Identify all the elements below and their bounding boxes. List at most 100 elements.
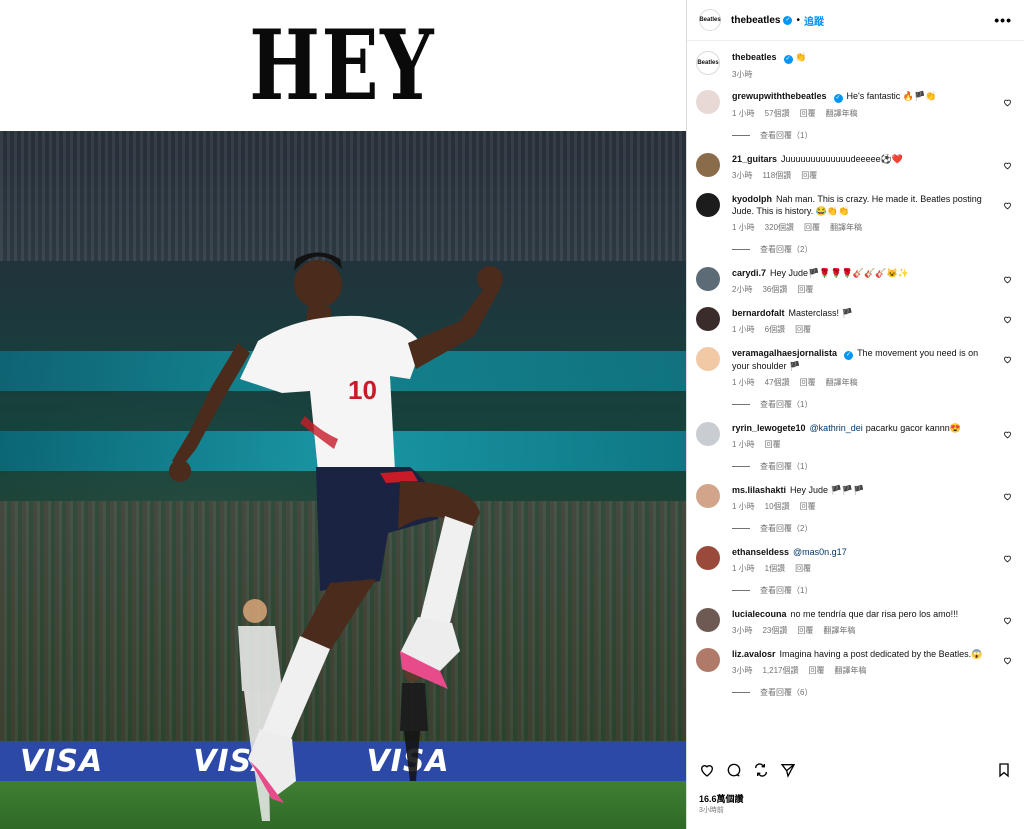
- translate-button[interactable]: 翻譯年稿: [826, 108, 858, 119]
- caption-avatar[interactable]: Beatles: [696, 51, 720, 75]
- follow-button[interactable]: 追蹤: [804, 13, 824, 28]
- comment-item: 21_guitars Juuuuuuuuuuuuudeeeee⚽❤️ 3小時 118個…: [696, 153, 1012, 181]
- view-replies-button[interactable]: 查看回覆（2）: [732, 523, 1012, 534]
- comment-like-heart-icon[interactable]: [1003, 98, 1012, 107]
- comment-like-count[interactable]: 1,217個讚: [762, 665, 798, 676]
- verified-badge-icon: ✓: [833, 94, 843, 103]
- view-replies-button[interactable]: 查看回覆（1）: [732, 130, 1012, 141]
- commenter-avatar[interactable]: [696, 608, 720, 632]
- translate-button[interactable]: 翻譯年稿: [830, 222, 862, 233]
- view-replies-button[interactable]: 查看回覆（1）: [732, 585, 1012, 596]
- comment-username[interactable]: grewupwiththebeatles: [732, 91, 827, 101]
- commenter-avatar[interactable]: [696, 546, 720, 570]
- more-options-icon[interactable]: •••: [994, 12, 1012, 28]
- comment-username[interactable]: liz.avalosr: [732, 649, 776, 659]
- translate-button[interactable]: 翻譯年稿: [823, 625, 855, 636]
- like-heart-icon[interactable]: [699, 762, 715, 778]
- comment-time: 1 小時: [732, 378, 755, 387]
- commenter-avatar[interactable]: [696, 90, 720, 114]
- comment-like-heart-icon[interactable]: [1003, 315, 1012, 324]
- comment-username[interactable]: bernardofalt: [732, 308, 785, 318]
- comment-like-heart-icon[interactable]: [1003, 656, 1012, 665]
- reply-button[interactable]: 回覆: [800, 108, 816, 119]
- reply-button[interactable]: 回覆: [797, 284, 813, 295]
- comments-list[interactable]: Beatles thebeatles ✓ 👏 3小時 grewupwiththeb…: [687, 41, 1024, 751]
- separator-dot: •: [796, 14, 800, 26]
- comment-like-heart-icon[interactable]: [1003, 275, 1012, 284]
- commenter-avatar[interactable]: [696, 153, 720, 177]
- comment-like-heart-icon[interactable]: [1003, 492, 1012, 501]
- comment-text: Imagina having a post dedicated by the B…: [779, 649, 983, 659]
- comment-bubble-icon[interactable]: [726, 762, 742, 778]
- reply-button[interactable]: 回覆: [795, 563, 811, 574]
- comment-like-count[interactable]: 23個讚: [762, 625, 787, 636]
- comment-username[interactable]: kyodolph: [732, 194, 772, 204]
- caption-username[interactable]: thebeatles: [732, 52, 777, 62]
- comment-text: no me tendría que dar risa pero los amo!…: [790, 609, 959, 619]
- commenter-avatar[interactable]: [696, 267, 720, 291]
- commenter-avatar[interactable]: [696, 422, 720, 446]
- comment-like-count[interactable]: 10個讚: [765, 501, 790, 512]
- player-photo: VISA VISA VISA: [0, 131, 686, 829]
- comment-item: lucialecouna no me tendría que dar risa p…: [696, 608, 1012, 636]
- commenter-avatar[interactable]: [696, 648, 720, 672]
- comment-mention[interactable]: @mas0n.g17: [793, 547, 847, 557]
- reply-button[interactable]: 回覆: [800, 501, 816, 512]
- author-username[interactable]: thebeatles: [731, 15, 780, 26]
- comment-username[interactable]: ethanseldess: [732, 547, 789, 557]
- post-actions: [699, 762, 1012, 778]
- comment-time: 1 小時: [732, 109, 755, 118]
- commenter-avatar[interactable]: [696, 347, 720, 371]
- comment-username[interactable]: carydi.7: [732, 268, 766, 278]
- reply-button[interactable]: 回覆: [765, 439, 781, 450]
- comment-like-count[interactable]: 118個讚: [762, 170, 791, 181]
- comment-like-count[interactable]: 57個讚: [765, 108, 790, 119]
- comment-like-heart-icon[interactable]: [1003, 201, 1012, 210]
- comment-like-count[interactable]: 320個讚: [765, 222, 794, 233]
- commenter-avatar[interactable]: [696, 193, 720, 217]
- view-replies-button[interactable]: 查看回覆（1）: [732, 399, 1012, 410]
- reply-button[interactable]: 回覆: [797, 625, 813, 636]
- comment-username[interactable]: ms.lilashakti: [732, 485, 786, 495]
- commenter-avatar[interactable]: [696, 484, 720, 508]
- share-send-icon[interactable]: [780, 762, 796, 778]
- headline-text: HEY: [249, 9, 436, 122]
- comment-like-count[interactable]: 47個讚: [765, 377, 790, 388]
- reply-button[interactable]: 回覆: [801, 170, 817, 181]
- reply-button[interactable]: 回覆: [808, 665, 824, 676]
- translate-button[interactable]: 翻譯年稿: [826, 377, 858, 388]
- reply-button[interactable]: 回覆: [795, 324, 811, 335]
- comment-like-heart-icon[interactable]: [1003, 554, 1012, 563]
- reply-button[interactable]: 回覆: [800, 377, 816, 388]
- comment-like-heart-icon[interactable]: [1003, 616, 1012, 625]
- comment-item: ms.lilashakti Hey Jude 🏴🏴🏴 1 小時 10個讚 回覆: [696, 484, 1012, 512]
- comment-like-count[interactable]: 1個讚: [765, 563, 785, 574]
- comment-username[interactable]: 21_guitars: [732, 154, 777, 164]
- like-count[interactable]: 16.6萬個讚: [699, 792, 744, 805]
- comment-username[interactable]: ryrin_lewogete10: [732, 423, 806, 433]
- comment-time: 1 小時: [732, 564, 755, 573]
- repost-icon[interactable]: [753, 762, 769, 778]
- comment-like-heart-icon[interactable]: [1003, 161, 1012, 170]
- comment-item: ethanseldess @mas0n.g17 1 小時 1個讚 回覆: [696, 546, 1012, 574]
- post-media[interactable]: HEY VISA VISA VISA: [0, 0, 686, 829]
- comment-mention[interactable]: @kathrin_dei: [810, 423, 863, 433]
- comment-item: kyodolph Nah man. This is crazy. He made …: [696, 193, 1012, 233]
- view-replies-button[interactable]: 查看回覆（1）: [732, 461, 1012, 472]
- comment-like-heart-icon[interactable]: [1003, 355, 1012, 364]
- comment-time: 1 小時: [732, 502, 755, 511]
- comment-username[interactable]: lucialecouna: [732, 609, 787, 619]
- comment-like-count[interactable]: 36個讚: [762, 284, 787, 295]
- comment-time: 3小時: [732, 171, 753, 180]
- author-avatar[interactable]: Beatles: [699, 9, 721, 31]
- view-replies-button[interactable]: 查看回覆（6）: [732, 687, 1012, 698]
- comment-time: 3小時: [732, 666, 753, 675]
- comment-like-count[interactable]: 6個讚: [765, 324, 785, 335]
- save-bookmark-icon[interactable]: [996, 762, 1012, 778]
- comment-username[interactable]: veramagalhaesjornalista: [732, 348, 837, 358]
- translate-button[interactable]: 翻譯年稿: [834, 665, 866, 676]
- view-replies-button[interactable]: 查看回覆（2）: [732, 244, 1012, 255]
- commenter-avatar[interactable]: [696, 307, 720, 331]
- comment-like-heart-icon[interactable]: [1003, 430, 1012, 439]
- reply-button[interactable]: 回覆: [804, 222, 820, 233]
